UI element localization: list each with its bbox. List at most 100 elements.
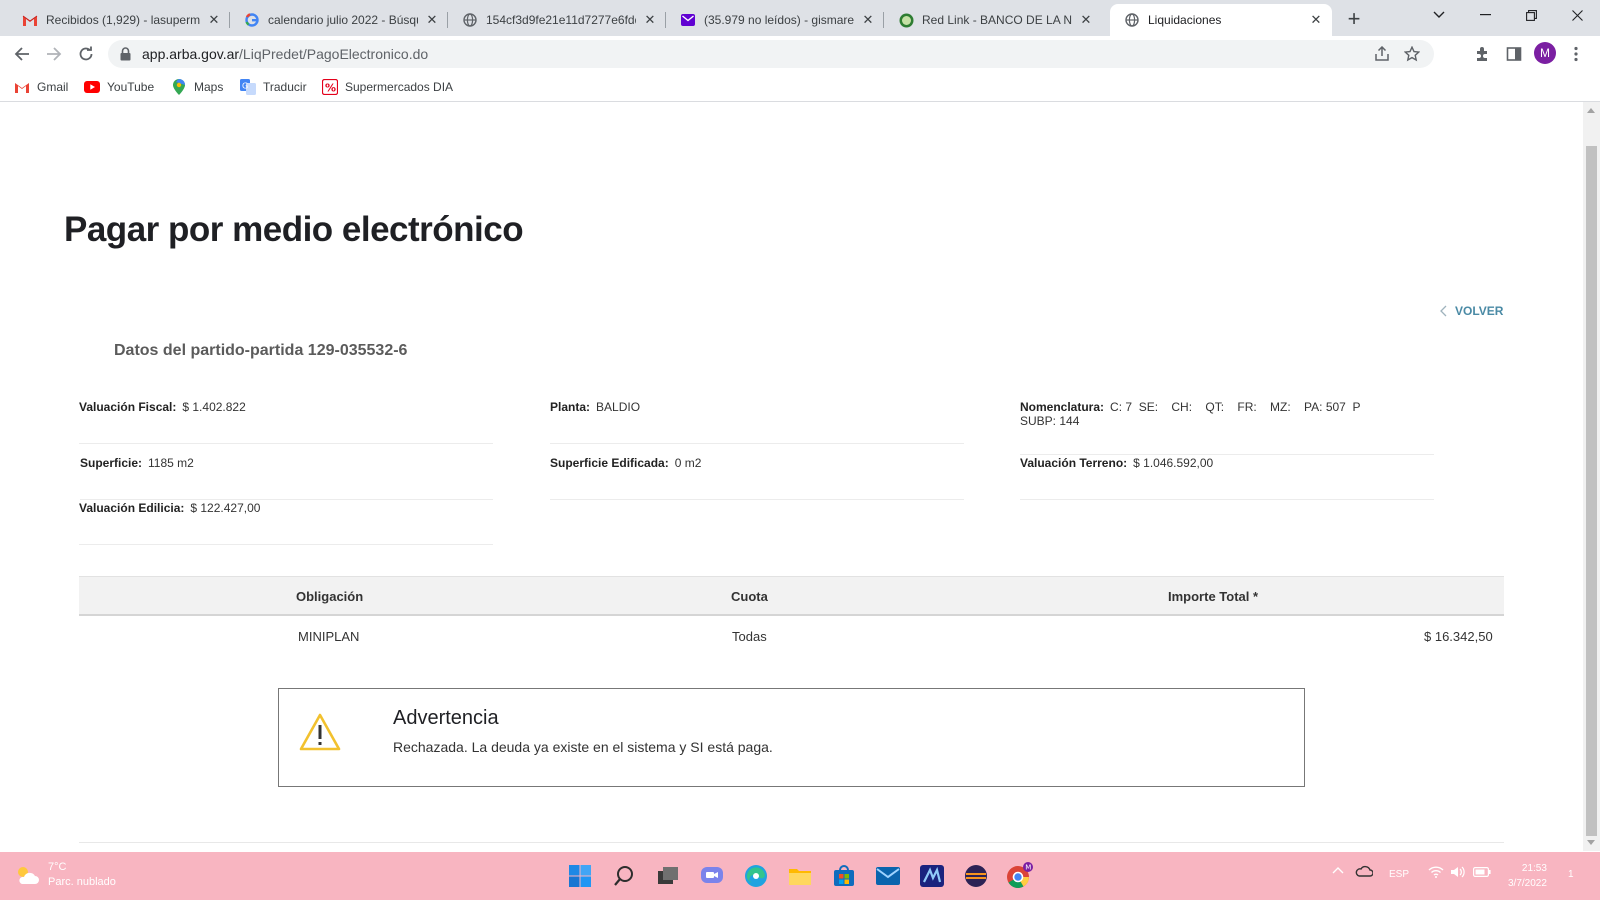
taskbar: 7°C Parc. nublado M ESP 21:53 3/7/2022 1 (0, 852, 1600, 900)
windows-start-icon[interactable] (565, 861, 595, 891)
tab-title: Recibidos (1,929) - lasuperma (46, 13, 200, 27)
gmail-icon (22, 12, 38, 28)
browser-tab[interactable]: Red Link - BANCO DE LA NAC ✕ (884, 4, 1102, 36)
field-valuacion-fiscal: Valuación Fiscal: $ 1.402.822 (79, 400, 493, 444)
microsoft-store-icon[interactable] (829, 861, 859, 891)
new-tab-button[interactable]: + (1340, 6, 1368, 34)
svg-text:M: M (1025, 864, 1031, 872)
close-tab-icon[interactable]: ✕ (1078, 12, 1094, 28)
weather-desc: Parc. nublado (48, 876, 116, 888)
back-arrow-icon[interactable] (8, 40, 36, 68)
bookmark-star-icon[interactable] (1404, 46, 1420, 62)
warning-box: Advertencia Rechazada. La deuda ya exist… (278, 688, 1305, 787)
restore-icon[interactable] (1508, 0, 1554, 30)
close-tab-icon[interactable]: ✕ (642, 12, 658, 28)
battery-icon[interactable] (1473, 867, 1491, 877)
bookmark-translate[interactable]: G Traducir (240, 78, 307, 96)
globe-icon (1124, 12, 1140, 28)
tab-title: Red Link - BANCO DE LA NAC (922, 13, 1072, 27)
red-link-icon (898, 12, 914, 28)
chrome-icon[interactable]: M (1005, 861, 1035, 891)
notification-count[interactable]: 1 (1568, 869, 1574, 880)
side-panel-icon[interactable] (1504, 44, 1524, 64)
task-view-icon[interactable] (653, 861, 683, 891)
browser-tab[interactable]: Recibidos (1,929) - lasuperma ✕ (8, 4, 230, 36)
warning-triangle-icon (299, 713, 341, 751)
edge-browser-icon[interactable] (741, 861, 771, 891)
tab-title: Liquidaciones (1148, 13, 1222, 27)
column-header-cuota: Cuota (731, 589, 768, 604)
footer-divider (79, 842, 1504, 843)
bookmark-maps[interactable]: Maps (171, 78, 223, 96)
clock-date: 3/7/2022 (1508, 878, 1547, 889)
menu-dots-icon[interactable] (1566, 44, 1586, 64)
close-tab-icon[interactable]: ✕ (424, 12, 440, 28)
mail-icon[interactable] (873, 861, 903, 891)
field-superficie-edificada: Superficie Edificada: 0 m2 (550, 456, 964, 500)
browser-tab-active[interactable]: Liquidaciones ✕ (1110, 4, 1332, 36)
warning-title: Advertencia (393, 707, 499, 729)
reload-icon[interactable] (72, 40, 100, 68)
forward-arrow-icon[interactable] (40, 40, 68, 68)
bookmarks-bar: Gmail YouTube Maps G Traducir % Supermer… (0, 72, 1600, 102)
lock-icon[interactable] (120, 47, 131, 61)
page-content: Pagar por medio electrónico VOLVER Datos… (0, 102, 1583, 851)
volume-icon[interactable] (1450, 866, 1466, 878)
section-title: Datos del partido-partida 129-035532-6 (114, 342, 408, 359)
share-icon[interactable] (1374, 46, 1390, 62)
tab-strip: Recibidos (1,929) - lasuperma ✕ calendar… (0, 0, 1600, 36)
field-valuacion-terreno: Valuación Terreno: $ 1.046.592,00 (1020, 456, 1434, 500)
bookmark-youtube[interactable]: YouTube (84, 78, 154, 96)
field-valuacion-edilicia: Valuación Edilicia: $ 122.427,00 (79, 501, 493, 545)
column-header-importe: Importe Total * (1168, 589, 1259, 604)
eclipse-icon[interactable] (961, 861, 991, 891)
cell-importe: $ 16.342,50 (1424, 629, 1493, 644)
close-tab-icon[interactable]: ✕ (1308, 12, 1324, 28)
column-header-obligacion: Obligación (296, 589, 364, 604)
cell-obligacion: MINIPLAN (298, 629, 360, 644)
wifi-icon[interactable] (1428, 866, 1444, 878)
address-bar[interactable]: app.arba.gov.ar/LiqPredet/PagoElectronic… (108, 40, 1434, 68)
svg-text:%: % (325, 82, 336, 95)
field-planta: Planta: BALDIO (550, 400, 964, 444)
svg-text:G: G (242, 82, 248, 91)
maps-icon (171, 79, 187, 95)
onedrive-cloud-icon[interactable] (1355, 865, 1373, 877)
weather-widget[interactable]: 7°C Parc. nublado (14, 860, 116, 890)
tab-title: 154cf3d9fe21e11d7277e6fdd (486, 13, 636, 27)
browser-tab[interactable]: calendario julio 2022 - Búsque ✕ (230, 4, 448, 36)
chevron-up-icon[interactable] (1332, 866, 1344, 874)
close-tab-icon[interactable]: ✕ (860, 12, 876, 28)
system-clock[interactable]: 21:53 3/7/2022 (1508, 861, 1547, 891)
bookmark-dia[interactable]: % Supermercados DIA (322, 78, 453, 96)
cell-cuota: Todas (732, 629, 767, 644)
scroll-up-arrow-icon[interactable] (1587, 108, 1595, 113)
scroll-down-arrow-icon[interactable] (1587, 840, 1595, 845)
teams-chat-icon[interactable] (697, 861, 727, 891)
dia-icon: % (322, 79, 338, 95)
clock-time: 21:53 (1521, 863, 1547, 874)
app-m-icon[interactable] (917, 861, 947, 891)
page-scrollbar[interactable] (1583, 102, 1600, 851)
translate-icon: G (240, 79, 256, 95)
tab-search-icon[interactable] (1416, 0, 1462, 30)
google-icon (244, 12, 260, 28)
bookmark-gmail[interactable]: Gmail (14, 78, 68, 96)
browser-tab[interactable]: (35.979 no leídos) - gismares ✕ (666, 4, 884, 36)
language-indicator[interactable]: ESP (1389, 869, 1409, 880)
browser-toolbar: app.arba.gov.ar/LiqPredet/PagoElectronic… (0, 36, 1600, 72)
partly-cloudy-icon (14, 864, 40, 886)
search-icon[interactable] (609, 861, 639, 891)
scrollbar-thumb[interactable] (1586, 146, 1597, 836)
browser-tab[interactable]: 154cf3d9fe21e11d7277e6fdd ✕ (448, 4, 666, 36)
minimize-icon[interactable] (1462, 0, 1508, 30)
close-window-icon[interactable] (1554, 0, 1600, 30)
table-header: Obligación Cuota Importe Total * (79, 576, 1504, 616)
close-tab-icon[interactable]: ✕ (206, 12, 222, 28)
profile-avatar[interactable]: M (1534, 42, 1556, 64)
back-link[interactable]: VOLVER (1440, 304, 1503, 318)
warning-message: Rechazada. La deuda ya existe en el sist… (393, 739, 773, 755)
field-nomenclatura: Nomenclatura: C: 7 SE: CH: QT: FR: MZ: PA… (1020, 400, 1434, 455)
file-explorer-icon[interactable] (785, 861, 815, 891)
extensions-icon[interactable] (1472, 44, 1492, 64)
